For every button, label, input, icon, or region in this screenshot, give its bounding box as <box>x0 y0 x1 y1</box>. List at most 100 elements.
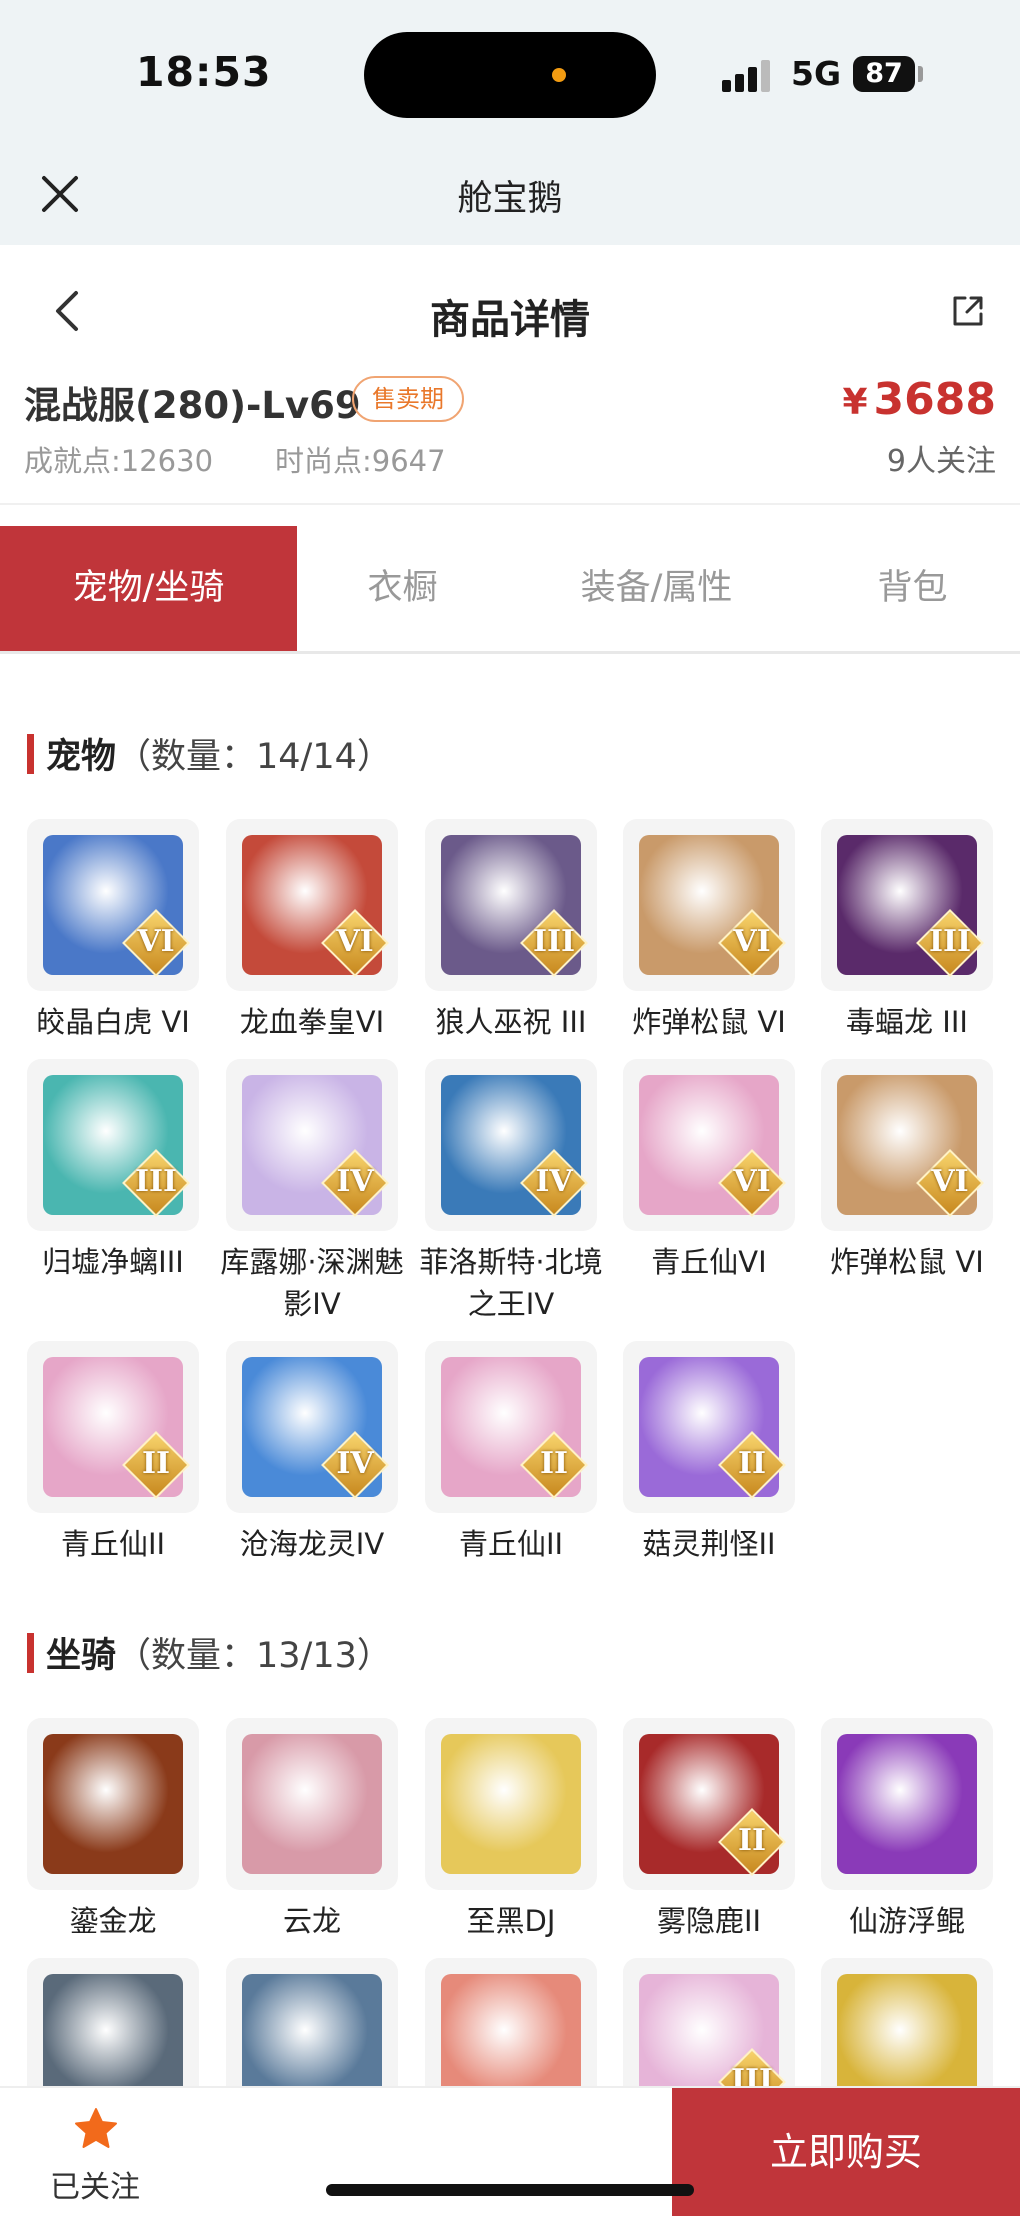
pet-name: 青丘仙II <box>458 1527 564 1561</box>
bottom-bar: 已关注 立即购买 <box>0 2086 1020 2216</box>
pet-name: 皎晶白虎 VI <box>36 1005 190 1039</box>
product-price: ¥3688 <box>842 374 996 425</box>
pet-thumbnail: II <box>27 1341 199 1513</box>
mount-name: 云龙 <box>282 1904 341 1938</box>
pet-item[interactable]: II 青丘仙II <box>425 1341 597 1565</box>
section-marker <box>27 734 34 774</box>
pet-thumbnail: IV <box>226 1341 398 1513</box>
pet-thumbnail: VI <box>821 1059 993 1231</box>
mount-name: 仙游浮鲲 <box>848 1904 965 1938</box>
pet-item[interactable]: VI 炸弹松鼠 VI <box>821 1059 993 1283</box>
portrait-image <box>837 1734 977 1874</box>
follower-count: 9人关注 <box>886 444 996 479</box>
pet-thumbnail: II <box>425 1341 597 1513</box>
currency-symbol: ¥ <box>842 382 868 423</box>
pet-item[interactable]: VI 炸弹松鼠 VI <box>623 819 795 1043</box>
battery-tip <box>918 66 923 82</box>
pet-item[interactable]: III 狼人巫祝 III <box>425 819 597 1043</box>
mount-item[interactable]: 鎏金龙 <box>27 1718 199 1942</box>
pet-item[interactable]: IV 库露娜·深渊魅影IV <box>220 1059 404 1325</box>
mount-thumbnail: II <box>623 1718 795 1890</box>
app-root: 18:53 5G 87 舱宝鹅 商品详情 混战服(280)-Lv69 售卖期 ¥… <box>0 0 1020 2216</box>
pet-name: 炸弹松鼠 VI <box>632 1005 786 1039</box>
tab-backpack[interactable]: 背包 <box>805 526 1020 651</box>
pets-section-title: 宠物（数量：14/14） <box>27 728 392 779</box>
mount-name: 至黑DJ <box>466 1904 556 1938</box>
mount-thumbnail <box>226 1718 398 1890</box>
pet-thumbnail: VI <box>623 1059 795 1231</box>
pet-name: 炸弹松鼠 VI <box>830 1245 984 1279</box>
tab-wardrobe[interactable]: 衣橱 <box>297 526 508 651</box>
mounts-section-title: 坐骑（数量：13/13） <box>27 1627 392 1678</box>
buy-now-button[interactable]: 立即购买 <box>672 2088 1020 2216</box>
pet-item[interactable]: III 归墟净螭III <box>27 1059 199 1283</box>
fashion-points: 时尚点:9647 <box>275 444 446 478</box>
mount-thumbnail <box>425 1718 597 1890</box>
pet-thumbnail: III <box>821 819 993 991</box>
page-title: 商品详情 <box>430 297 590 343</box>
pet-item[interactable]: IV 沧海龙灵IV <box>226 1341 398 1565</box>
rank-label: IV <box>336 1446 374 1481</box>
miniapp-title: 舱宝鹅 <box>457 179 563 219</box>
tab-pets-mounts[interactable]: 宠物/坐骑 <box>0 526 297 651</box>
mount-name: 鎏金龙 <box>69 1904 157 1938</box>
rank-label: VI <box>733 924 771 959</box>
tab-equipment[interactable]: 装备/属性 <box>508 526 805 651</box>
rank-label: VI <box>733 1164 771 1199</box>
pet-item[interactable]: VI 龙血拳皇VI <box>226 819 398 1043</box>
mount-item[interactable]: 至黑DJ <box>425 1718 597 1942</box>
status-badge: 售卖期 <box>352 376 464 422</box>
pet-thumbnail: IV <box>425 1059 597 1231</box>
share-icon[interactable] <box>950 293 986 329</box>
rank-label: IV <box>535 1164 573 1199</box>
mount-item[interactable]: 云龙 <box>226 1718 398 1942</box>
rank-label: II <box>539 1446 569 1481</box>
rank-label: II <box>737 1446 767 1481</box>
pet-item[interactable]: III 毒蝠龙 III <box>821 819 993 1043</box>
product-name: 混战服(280)-Lv69 <box>24 384 361 427</box>
mount-thumbnail <box>27 1718 199 1890</box>
rank-label: VI <box>931 1164 969 1199</box>
price-value: 3688 <box>873 374 996 425</box>
camera-indicator <box>552 68 566 82</box>
pet-name: 库露娜·深渊魅影IV <box>220 1245 404 1321</box>
pet-thumbnail: IV <box>226 1059 398 1231</box>
pet-thumbnail: III <box>425 819 597 991</box>
pet-thumbnail: II <box>623 1341 795 1513</box>
mount-item[interactable]: II 雾隐鹿II <box>623 1718 795 1942</box>
status-time: 18:53 <box>136 48 272 96</box>
mounts-count: （数量：13/13） <box>116 1636 392 1676</box>
star-icon <box>75 2108 117 2148</box>
dynamic-island <box>364 32 656 118</box>
section-marker <box>27 1633 34 1673</box>
pet-item[interactable]: VI 皎晶白虎 VI <box>27 819 199 1043</box>
pet-item[interactable]: VI 青丘仙VI <box>623 1059 795 1283</box>
network-type: 5G <box>791 54 842 93</box>
home-indicator <box>326 2184 694 2196</box>
pet-name: 毒蝠龙 III <box>846 1005 968 1039</box>
follow-button[interactable]: 已关注 <box>0 2088 190 2216</box>
page-header: 商品详情 <box>0 245 1020 375</box>
top-area: 18:53 5G 87 舱宝鹅 <box>0 0 1020 245</box>
pet-item[interactable]: II 青丘仙II <box>27 1341 199 1565</box>
rank-label: III <box>532 924 576 959</box>
follow-label: 已关注 <box>50 2170 140 2205</box>
mount-name: 雾隐鹿II <box>656 1904 762 1938</box>
portrait-image <box>242 1734 382 1874</box>
pet-item[interactable]: II 菇灵荆怪II <box>623 1341 795 1565</box>
pets-count: （数量：14/14） <box>116 737 392 777</box>
achievement-points: 成就点:12630 <box>24 444 214 478</box>
pet-name: 沧海龙灵IV <box>239 1527 385 1561</box>
pet-thumbnail: VI <box>27 819 199 991</box>
signal-icon <box>722 58 774 92</box>
pet-item[interactable]: IV 菲洛斯特·北境之王IV <box>419 1059 603 1325</box>
battery-icon: 87 <box>853 56 915 92</box>
mount-item[interactable]: 仙游浮鲲 <box>821 1718 993 1942</box>
pet-name: 菇灵荆怪II <box>642 1527 776 1561</box>
pet-name: 菲洛斯特·北境之王IV <box>419 1245 603 1321</box>
portrait-image <box>43 1734 183 1874</box>
tab-bar: 宠物/坐骑 衣橱 装备/属性 背包 <box>0 526 1020 654</box>
pet-name: 归墟净螭III <box>42 1245 184 1279</box>
rank-label: III <box>928 924 972 959</box>
pet-thumbnail: VI <box>226 819 398 991</box>
